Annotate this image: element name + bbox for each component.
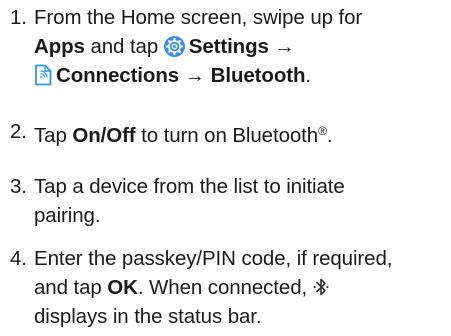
settings-label: Settings: [188, 35, 269, 58]
instruction-steps: 1. From the Home screen, swipe up for Ap…: [0, 0, 451, 336]
step-line: Apps and tap Settings →: [34, 32, 446, 61]
step-number: 4.: [10, 247, 27, 270]
connections-document-icon: [34, 64, 52, 86]
step-text: Tap On/Off to turn on Bluetooth®.: [34, 117, 446, 150]
tap-text: Tap: [34, 124, 73, 147]
arrow-text: →: [268, 35, 295, 58]
on-off-label: On/Off: [72, 124, 136, 147]
apps-label: Apps: [34, 35, 85, 58]
bluetooth-connected-icon: [313, 276, 329, 296]
step-line: pairing.: [34, 204, 101, 227]
connected-text: . When connected,: [137, 276, 313, 299]
step-number: 1.: [10, 6, 27, 29]
step-line: Connections → Bluetooth.: [34, 61, 446, 90]
and-tap-text: and tap: [84, 35, 164, 58]
step-line: Enter the passkey/PIN code, if required,: [34, 247, 393, 270]
ok-label: OK: [107, 276, 138, 299]
step-line: Tap a device from the list to initiate: [34, 175, 345, 198]
step-text: Tap a device from the list to initiate p…: [34, 172, 446, 230]
step-line: From the Home screen, swipe up for: [34, 6, 363, 29]
step-text: From the Home screen, swipe up for Apps …: [34, 3, 446, 90]
step-line: and tap OK. When connected,: [34, 273, 446, 302]
connections-label: Connections: [56, 64, 180, 87]
and-tap-text: and tap: [34, 276, 108, 299]
settings-gear-icon: [163, 36, 185, 57]
registered-mark: ®: [318, 124, 327, 138]
step-number: 2.: [10, 120, 27, 143]
bluetooth-label: Bluetooth: [210, 64, 306, 87]
step-number: 3.: [10, 175, 27, 198]
period-text: .: [326, 124, 333, 147]
period-text: .: [305, 64, 311, 87]
step-text: Enter the passkey/PIN code, if required,…: [34, 244, 446, 331]
step-line: displays in the status bar.: [34, 305, 262, 328]
arrow-text: →: [179, 64, 211, 87]
step-rest-text: to turn on Bluetooth: [135, 124, 319, 147]
step-line: Tap On/Off to turn on Bluetooth®.: [34, 117, 446, 150]
